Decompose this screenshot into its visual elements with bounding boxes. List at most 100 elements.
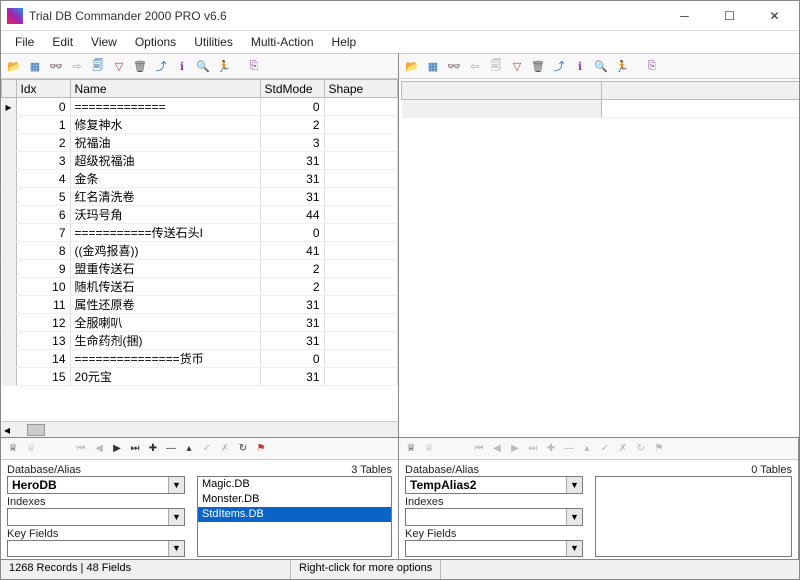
post-button[interactable]: ✓ bbox=[199, 441, 215, 457]
key-combo-r[interactable]: ▼ bbox=[405, 540, 583, 558]
next-button[interactable]: ▶ bbox=[109, 441, 125, 457]
tables-list-r[interactable] bbox=[595, 476, 792, 557]
arrow-left-icon[interactable]: ⇦ bbox=[466, 57, 484, 75]
run-icon[interactable]: 🏃 bbox=[215, 57, 233, 75]
chevron-down-icon[interactable]: ▼ bbox=[168, 541, 184, 557]
minimize-button[interactable]: ─ bbox=[662, 2, 707, 30]
table-row[interactable] bbox=[402, 100, 800, 118]
menu-edit[interactable]: Edit bbox=[44, 33, 81, 51]
trash-icon[interactable]: 🗑 bbox=[131, 57, 149, 75]
info-icon-r[interactable]: ℹ bbox=[571, 57, 589, 75]
last-button-r[interactable]: ⏭ bbox=[525, 441, 541, 457]
table-row[interactable]: 2祝福油3 bbox=[2, 134, 398, 152]
prev-button[interactable]: ◀ bbox=[91, 441, 107, 457]
table-row[interactable]: 11属性还原卷31 bbox=[2, 296, 398, 314]
hscroll-left[interactable]: ◂ bbox=[1, 421, 398, 437]
grid-icon-r[interactable]: ▦ bbox=[424, 57, 442, 75]
bookmark-button-r[interactable]: ⚑ bbox=[651, 441, 667, 457]
search-icon-r[interactable]: 🔍 bbox=[592, 57, 610, 75]
db-combo-r[interactable]: TempAlias2▼ bbox=[405, 476, 583, 494]
chevron-down-icon[interactable]: ▼ bbox=[566, 541, 582, 557]
menu-help[interactable]: Help bbox=[324, 33, 365, 51]
delete-button-r[interactable]: — bbox=[561, 441, 577, 457]
open-icon[interactable]: 📂 bbox=[5, 57, 23, 75]
menu-multiaction[interactable]: Multi-Action bbox=[243, 33, 322, 51]
table-row[interactable]: ▸0=============0 bbox=[2, 98, 398, 116]
list-item[interactable]: StdItems.DB bbox=[198, 507, 391, 522]
tables-list[interactable]: Magic.DBMonster.DBStdItems.DB bbox=[197, 476, 392, 557]
arrow-right-icon[interactable]: ⇨ bbox=[68, 57, 86, 75]
filter-icon[interactable]: ▽ bbox=[110, 57, 128, 75]
table-row[interactable]: 6沃玛号角44 bbox=[2, 206, 398, 224]
table-row[interactable]: 9盟重传送石2 bbox=[2, 260, 398, 278]
copy-icon[interactable]: 🗐 bbox=[89, 57, 107, 75]
table-row[interactable]: 7===========传送石头I0 bbox=[2, 224, 398, 242]
refresh-button-r[interactable]: ↻ bbox=[633, 441, 649, 457]
col-stdmode[interactable]: StdMode bbox=[260, 80, 324, 98]
table-row[interactable]: 4金条31 bbox=[2, 170, 398, 188]
trash-icon-r[interactable]: 🗑 bbox=[529, 57, 547, 75]
chevron-down-icon[interactable]: ▼ bbox=[168, 509, 184, 525]
next-button-r[interactable]: ▶ bbox=[507, 441, 523, 457]
export-icon-r[interactable]: ⤴ bbox=[550, 57, 568, 75]
table-row[interactable]: 10随机传送石2 bbox=[2, 278, 398, 296]
open-icon-r[interactable]: 📂 bbox=[403, 57, 421, 75]
menu-options[interactable]: Options bbox=[127, 33, 184, 51]
col-marker[interactable] bbox=[2, 80, 17, 98]
list-item[interactable]: Monster.DB bbox=[198, 492, 391, 507]
table-row[interactable]: 1520元宝31 bbox=[2, 368, 398, 386]
menu-view[interactable]: View bbox=[83, 33, 125, 51]
chevron-down-icon[interactable]: ▼ bbox=[168, 477, 184, 493]
first-button-r[interactable]: ⏮ bbox=[471, 441, 487, 457]
exit-icon[interactable]: ⎘ bbox=[245, 57, 263, 75]
table-row[interactable]: 14===============货币0 bbox=[2, 350, 398, 368]
grid-right[interactable] bbox=[399, 79, 799, 437]
copy-icon-r[interactable]: 🗐 bbox=[487, 57, 505, 75]
add-button-r[interactable]: ✚ bbox=[543, 441, 559, 457]
key-combo[interactable]: ▼ bbox=[7, 540, 185, 558]
post-button-r[interactable]: ✓ bbox=[597, 441, 613, 457]
table-row[interactable]: 1修复神水2 bbox=[2, 116, 398, 134]
col-blank-r[interactable] bbox=[601, 82, 799, 100]
chevron-down-icon[interactable]: ▼ bbox=[566, 509, 582, 525]
table-row[interactable]: 12全服喇叭31 bbox=[2, 314, 398, 332]
bookmark-button[interactable]: ⚑ bbox=[253, 441, 269, 457]
col-idx[interactable]: Idx bbox=[16, 80, 70, 98]
table-row[interactable]: 3超级祝福油31 bbox=[2, 152, 398, 170]
exit-icon-r[interactable]: ⎘ bbox=[643, 57, 661, 75]
crown-icon[interactable]: ♕ bbox=[5, 441, 21, 457]
crown2-icon[interactable]: ♕ bbox=[23, 441, 39, 457]
add-button[interactable]: ✚ bbox=[145, 441, 161, 457]
edit-button-r[interactable]: ▴ bbox=[579, 441, 595, 457]
glasses-icon[interactable]: 👓 bbox=[47, 57, 65, 75]
crown-icon-r[interactable]: ♕ bbox=[403, 441, 419, 457]
db-combo[interactable]: HeroDB▼ bbox=[7, 476, 185, 494]
edit-button[interactable]: ▴ bbox=[181, 441, 197, 457]
menu-file[interactable]: File bbox=[7, 33, 42, 51]
menu-utilities[interactable]: Utilities bbox=[186, 33, 241, 51]
refresh-button[interactable]: ↻ bbox=[235, 441, 251, 457]
list-item[interactable]: Magic.DB bbox=[198, 477, 391, 492]
glasses-icon-r[interactable]: 👓 bbox=[445, 57, 463, 75]
prev-button-r[interactable]: ◀ bbox=[489, 441, 505, 457]
close-button[interactable]: ✕ bbox=[752, 2, 797, 30]
table-row[interactable]: 5红名清洗卷31 bbox=[2, 188, 398, 206]
delete-button[interactable]: — bbox=[163, 441, 179, 457]
export-icon[interactable]: ⤴ bbox=[152, 57, 170, 75]
cancel-button[interactable]: ✗ bbox=[217, 441, 233, 457]
filter-icon-r[interactable]: ▽ bbox=[508, 57, 526, 75]
first-button[interactable]: ⏮ bbox=[73, 441, 89, 457]
col-shape[interactable]: Shape bbox=[324, 80, 397, 98]
grid-icon[interactable]: ▦ bbox=[26, 57, 44, 75]
table-row[interactable]: 8((金鸡报喜))41 bbox=[2, 242, 398, 260]
col-name[interactable]: Name bbox=[70, 80, 260, 98]
idx-combo-r[interactable]: ▼ bbox=[405, 508, 583, 526]
last-button[interactable]: ⏭ bbox=[127, 441, 143, 457]
chevron-down-icon[interactable]: ▼ bbox=[566, 477, 582, 493]
idx-combo[interactable]: ▼ bbox=[7, 508, 185, 526]
cancel-button-r[interactable]: ✗ bbox=[615, 441, 631, 457]
maximize-button[interactable]: ☐ bbox=[707, 2, 752, 30]
info-icon[interactable]: ℹ bbox=[173, 57, 191, 75]
col-marker-r[interactable] bbox=[402, 82, 602, 100]
table-row[interactable]: 13生命药剂(捆)31 bbox=[2, 332, 398, 350]
